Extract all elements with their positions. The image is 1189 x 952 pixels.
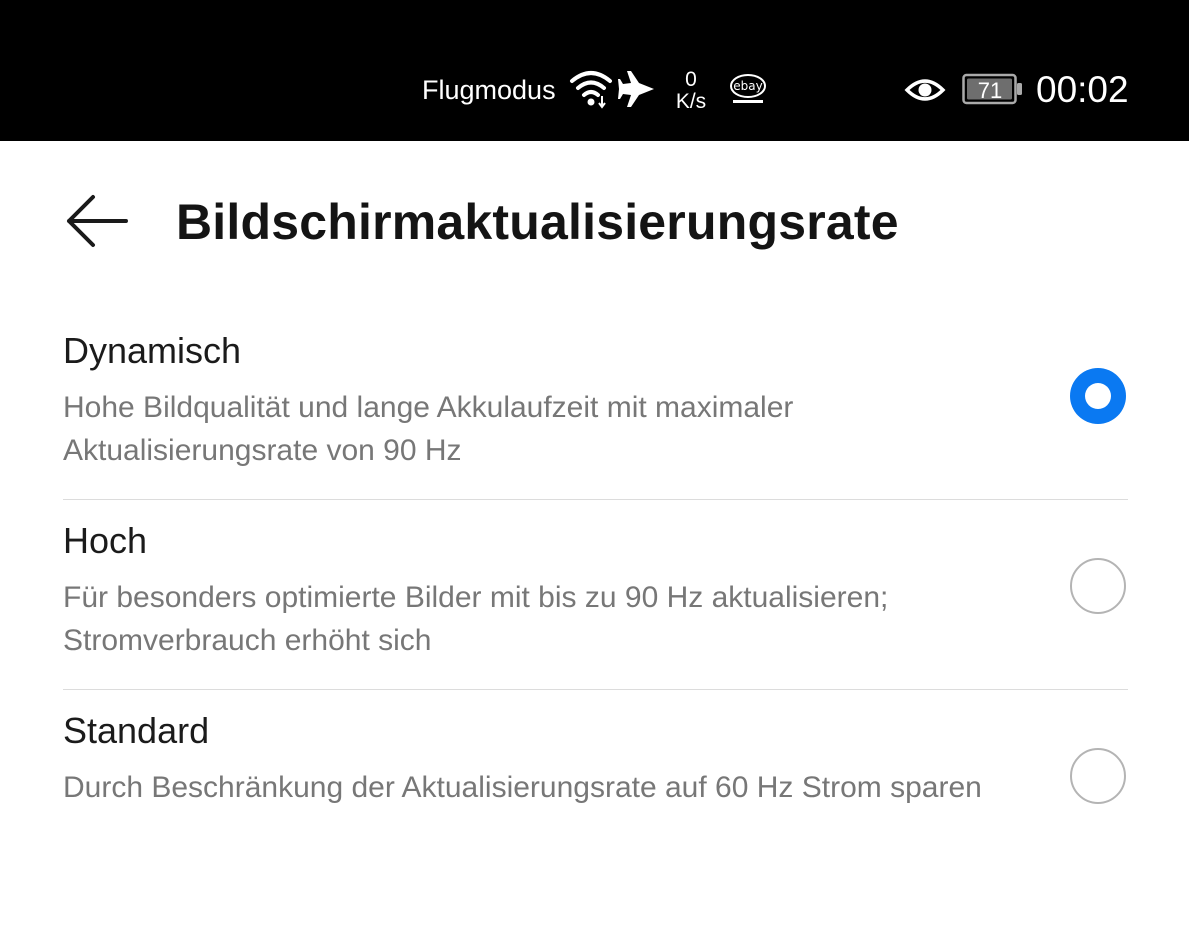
battery-level: 71 (978, 78, 1002, 103)
back-button[interactable] (60, 187, 132, 255)
option-description: Hohe Bildqualität und lange Akkulaufzeit… (63, 391, 794, 467)
network-speed: 0 K/s (668, 62, 714, 120)
network-speed-value: 0 (685, 67, 697, 91)
ebay-kleinanzeigen-icon: ebay (727, 70, 769, 110)
option-title: Hoch (63, 520, 148, 561)
option-dynamic[interactable]: Dynamisch Hohe Bildqualität und lange Ak… (0, 310, 1189, 500)
battery-icon: 71 (962, 72, 1024, 106)
airplane-icon (618, 69, 656, 109)
eye-comfort-icon (904, 72, 946, 108)
clock: 00:02 (1036, 69, 1129, 110)
radio-button-selected[interactable] (1070, 368, 1126, 424)
carrier-label: Flugmodus (422, 74, 556, 105)
back-arrow-icon (67, 195, 128, 247)
option-high[interactable]: Hoch Für besonders optimierte Bilder mit… (0, 500, 1189, 690)
status-bar: Flugmodus 0 K/s ebay 71 00:02 (0, 0, 1189, 141)
ebay-logo-text: ebay (733, 79, 762, 93)
radio-button[interactable] (1070, 748, 1126, 804)
app-header: Bildschirmaktualisierungsrate (0, 141, 1189, 301)
option-standard[interactable]: Standard Durch Beschränkung der Aktualis… (0, 690, 1189, 880)
page-title: Bildschirmaktualisierungsrate (176, 194, 899, 250)
option-description: Durch Beschränkung der Aktualisierungsra… (63, 771, 982, 804)
network-speed-unit: K/s (675, 90, 707, 113)
option-title: Standard (63, 710, 210, 751)
option-description: Für besonders optimierte Bilder mit bis … (63, 581, 889, 657)
refresh-rate-options: Dynamisch Hohe Bildqualität und lange Ak… (0, 310, 1189, 880)
wifi-icon (568, 66, 614, 110)
radio-button[interactable] (1070, 558, 1126, 614)
option-title: Dynamisch (63, 330, 242, 371)
